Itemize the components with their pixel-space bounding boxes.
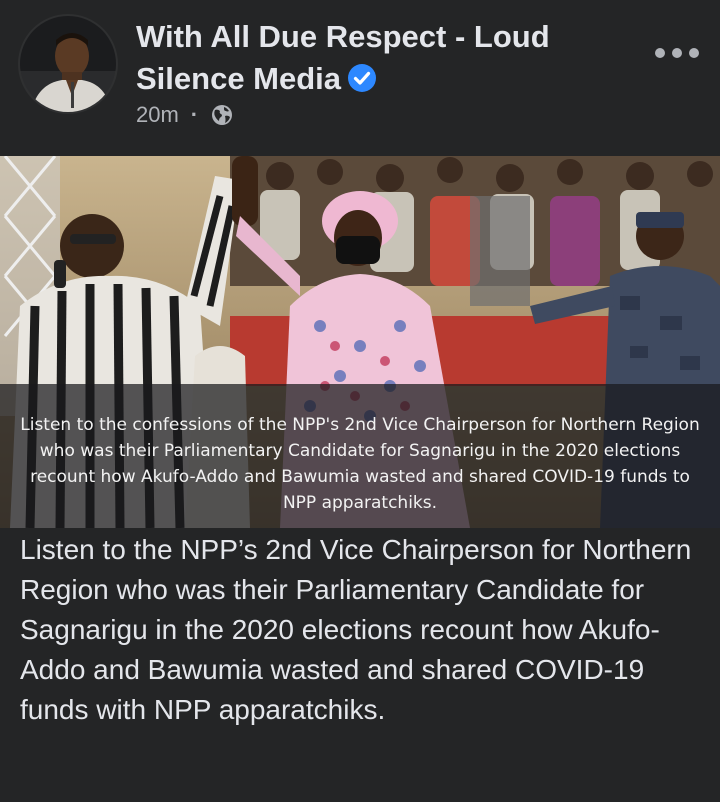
post-header: With All Due Respect - Loud Silence Medi… [0,0,720,150]
globe-icon[interactable] [210,103,234,127]
post-timestamp[interactable]: 20m [136,102,179,128]
page-avatar[interactable] [18,14,118,114]
post-text: Listen to the NPP’s 2nd Vice Chairperson… [20,534,692,725]
image-caption: Listen to the confessions of the NPP's 2… [20,415,700,513]
post-meta: 20m · [136,100,234,130]
page-name[interactable]: With All Due Respect - Loud Silence Medi… [136,16,636,100]
more-options-icon [655,48,699,58]
page-name-text[interactable]: With All Due Respect - Loud Silence Medi… [136,19,550,96]
post-photo[interactable]: Listen to the confessions of the NPP's 2… [0,156,720,528]
more-options-button[interactable] [652,36,702,70]
avatar-image [20,16,116,112]
meta-separator: · [190,102,199,127]
verified-badge-icon [347,62,377,92]
